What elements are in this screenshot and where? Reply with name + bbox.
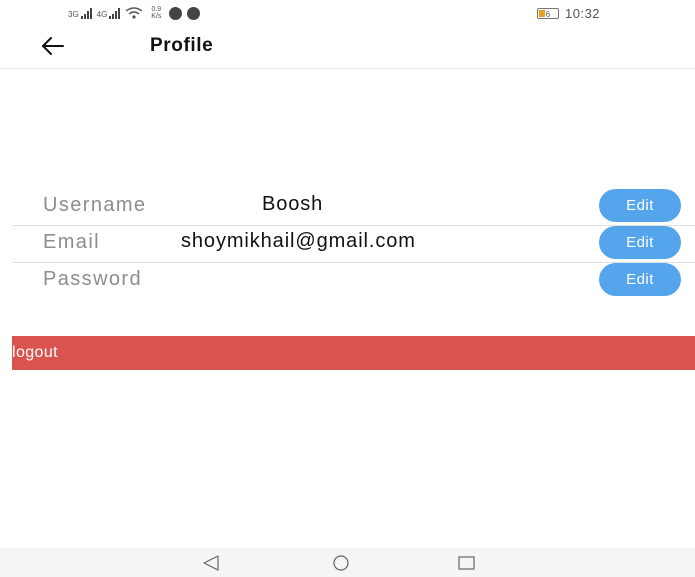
email-label: Email: [43, 231, 101, 253]
notification-icon: [187, 6, 201, 20]
net-speed-unit: K/s: [151, 13, 162, 20]
arrow-left-icon[interactable]: [40, 33, 66, 59]
edit-email-button[interactable]: Edit: [599, 226, 681, 259]
signal-3g: 3G: [68, 7, 92, 19]
status-right: 6 10:32: [537, 4, 600, 22]
signal-3g-label: 3G: [68, 9, 79, 19]
username-value: Boosh: [262, 193, 324, 215]
status-bar: 3G 4G 0.9 K/s 6 10:32: [0, 0, 695, 26]
email-value: shoymikhail@gmail.com: [181, 230, 416, 252]
system-nav-bar: [0, 548, 695, 577]
logout-button[interactable]: logout: [12, 336, 695, 370]
page-title: Profile: [150, 35, 214, 56]
signal-4g-label: 4G: [96, 9, 108, 19]
net-speed-value: 0.9: [151, 6, 162, 13]
edit-password-button[interactable]: Edit: [599, 263, 681, 296]
recents-square-icon[interactable]: [455, 552, 477, 574]
notification-icon: [169, 6, 183, 20]
signal-icon: [80, 7, 92, 19]
net-speed: 0.9 K/s: [148, 6, 164, 20]
edit-username-button[interactable]: Edit: [599, 189, 681, 222]
logout-label: logout: [12, 344, 58, 361]
home-circle-icon[interactable]: [330, 552, 352, 574]
back-triangle-icon[interactable]: [200, 552, 222, 574]
wifi-icon: [125, 7, 143, 19]
signal-icon: [109, 7, 121, 19]
username-label: Username: [43, 194, 147, 216]
password-row: Password Edit: [12, 261, 695, 299]
status-left: 3G 4G 0.9 K/s: [68, 4, 201, 22]
signal-4g: 4G: [96, 7, 121, 19]
password-label: Password: [43, 268, 143, 290]
email-row: Email shoymikhail@gmail.com Edit: [12, 224, 695, 263]
profile-screen: 3G 4G 0.9 K/s 6 10:32 Profile Username B…: [0, 0, 695, 577]
header: Profile: [0, 26, 695, 69]
battery-icon: 6: [537, 7, 559, 19]
clock: 10:32: [565, 5, 601, 21]
battery-level: 6: [545, 9, 551, 19]
username-row: Username Boosh Edit: [12, 187, 695, 226]
